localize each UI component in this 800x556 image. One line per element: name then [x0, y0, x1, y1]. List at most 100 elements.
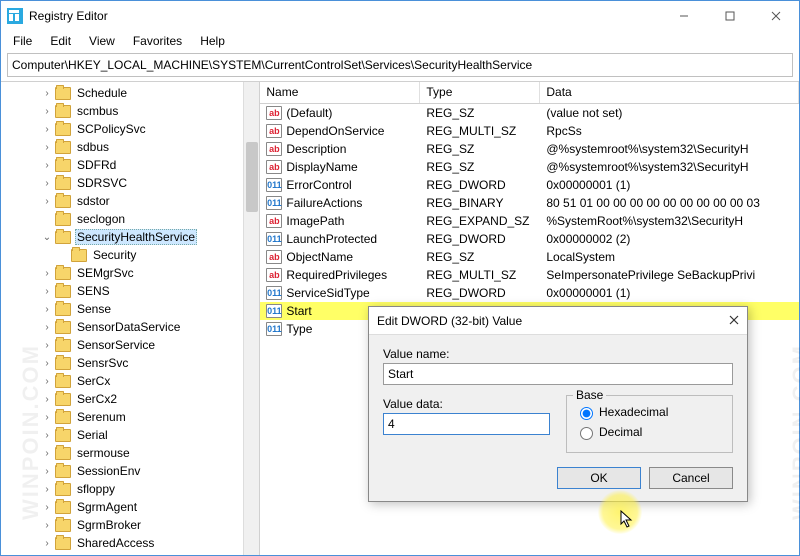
- tree-item-label: SDFRd: [75, 158, 118, 172]
- chevron-right-icon[interactable]: ›: [41, 412, 53, 423]
- tree-view[interactable]: ›Schedule›scmbus›SCPolicySvc›sdbus›SDFRd…: [1, 82, 260, 555]
- chevron-right-icon[interactable]: ›: [41, 268, 53, 279]
- tree-item[interactable]: › SDFRd: [3, 156, 259, 174]
- value-row[interactable]: 011LaunchProtectedREG_DWORD0x00000002 (2…: [260, 230, 799, 248]
- chevron-right-icon[interactable]: ›: [41, 88, 53, 99]
- close-button[interactable]: [753, 1, 799, 31]
- value-row[interactable]: abDisplayNameREG_SZ@%systemroot%\system3…: [260, 158, 799, 176]
- chevron-right-icon[interactable]: ›: [41, 358, 53, 369]
- value-row[interactable]: abDependOnServiceREG_MULTI_SZRpcSs: [260, 122, 799, 140]
- ok-button[interactable]: OK: [557, 467, 641, 489]
- tree-item[interactable]: ›SensorService: [3, 336, 259, 354]
- cancel-button[interactable]: Cancel: [649, 467, 733, 489]
- value-row[interactable]: 011ServiceSidTypeREG_DWORD0x00000001 (1): [260, 284, 799, 302]
- tree-item[interactable]: ›sdbus: [3, 138, 259, 156]
- value-row[interactable]: abRequiredPrivilegesREG_MULTI_SZSeImpers…: [260, 266, 799, 284]
- value-type: REG_DWORD: [420, 178, 540, 192]
- binary-value-icon: 011: [266, 322, 282, 336]
- folder-icon: [55, 483, 71, 496]
- value-type: REG_SZ: [420, 142, 540, 156]
- folder-icon: [55, 177, 71, 190]
- tree-item[interactable]: ›SgrmAgent: [3, 498, 259, 516]
- tree-item[interactable]: ›sfloppy: [3, 480, 259, 498]
- tree-item[interactable]: › sdstor: [3, 192, 259, 210]
- tree-item[interactable]: ›SharedAccess: [3, 534, 259, 552]
- tree-item[interactable]: ›Serenum: [3, 408, 259, 426]
- chevron-right-icon[interactable]: ›: [41, 124, 53, 135]
- value-row[interactable]: 011ErrorControlREG_DWORD0x00000001 (1): [260, 176, 799, 194]
- radio-dec[interactable]: Decimal: [575, 424, 724, 440]
- address-bar[interactable]: Computer\HKEY_LOCAL_MACHINE\SYSTEM\Curre…: [7, 53, 793, 77]
- tree-item-label: sdstor: [75, 194, 112, 208]
- col-header-name[interactable]: Name: [260, 82, 420, 103]
- minimize-button[interactable]: [661, 1, 707, 31]
- value-type: REG_DWORD: [420, 232, 540, 246]
- menu-favorites[interactable]: Favorites: [125, 32, 190, 50]
- chevron-right-icon[interactable]: ›: [41, 520, 53, 531]
- chevron-right-icon[interactable]: ›: [41, 430, 53, 441]
- value-row[interactable]: ab(Default)REG_SZ(value not set): [260, 104, 799, 122]
- value-name-input[interactable]: [383, 363, 733, 385]
- tree-item[interactable]: ›SensorDataService: [3, 318, 259, 336]
- tree-item[interactable]: ›SerCx2: [3, 390, 259, 408]
- tree-item[interactable]: Security: [3, 246, 259, 264]
- chevron-right-icon[interactable]: ›: [41, 160, 53, 171]
- radio-hex-input[interactable]: [580, 407, 593, 420]
- value-data: 0x00000002 (2): [540, 232, 799, 246]
- tree-item[interactable]: ›SessionEnv: [3, 462, 259, 480]
- chevron-right-icon[interactable]: ›: [41, 340, 53, 351]
- tree-scrollbar[interactable]: [243, 82, 259, 555]
- menu-edit[interactable]: Edit: [42, 32, 79, 50]
- tree-item[interactable]: seclogon: [3, 210, 259, 228]
- tree-item[interactable]: ›SensrSvc: [3, 354, 259, 372]
- chevron-right-icon[interactable]: ›: [41, 376, 53, 387]
- tree-item[interactable]: ›SerCx: [3, 372, 259, 390]
- chevron-right-icon[interactable]: ›: [41, 322, 53, 333]
- chevron-right-icon[interactable]: ›: [41, 484, 53, 495]
- chevron-right-icon[interactable]: ›: [41, 538, 53, 549]
- col-header-data[interactable]: Data: [540, 82, 799, 103]
- tree-item[interactable]: ›SCPolicySvc: [3, 120, 259, 138]
- menu-view[interactable]: View: [81, 32, 123, 50]
- value-row[interactable]: abImagePathREG_EXPAND_SZ%SystemRoot%\sys…: [260, 212, 799, 230]
- tree-item[interactable]: ⌄SecurityHealthService: [3, 228, 259, 246]
- chevron-right-icon[interactable]: ›: [41, 304, 53, 315]
- radio-hex[interactable]: Hexadecimal: [575, 404, 724, 420]
- tree-item[interactable]: ›sermouse: [3, 444, 259, 462]
- chevron-right-icon[interactable]: ›: [41, 106, 53, 117]
- chevron-right-icon[interactable]: ›: [41, 448, 53, 459]
- tree-item[interactable]: ›SgrmBroker: [3, 516, 259, 534]
- tree-scrollbar-thumb[interactable]: [246, 142, 258, 212]
- value-type: REG_MULTI_SZ: [420, 124, 540, 138]
- binary-value-icon: 011: [266, 178, 282, 192]
- dialog-close-button[interactable]: [729, 314, 739, 328]
- chevron-right-icon[interactable]: ›: [41, 142, 53, 153]
- tree-item[interactable]: ›Schedule: [3, 84, 259, 102]
- tree-item[interactable]: ›Serial: [3, 426, 259, 444]
- chevron-right-icon[interactable]: ›: [41, 394, 53, 405]
- value-data-input[interactable]: [383, 413, 550, 435]
- dialog-title: Edit DWORD (32-bit) Value: [377, 314, 729, 328]
- value-name: LaunchProtected: [286, 232, 377, 246]
- chevron-right-icon[interactable]: ›: [41, 286, 53, 297]
- chevron-down-icon[interactable]: ⌄: [41, 232, 53, 243]
- folder-icon: [55, 159, 71, 172]
- chevron-right-icon[interactable]: ›: [41, 466, 53, 477]
- col-header-type[interactable]: Type: [420, 82, 540, 103]
- radio-dec-input[interactable]: [580, 427, 593, 440]
- menu-help[interactable]: Help: [192, 32, 233, 50]
- menu-file[interactable]: File: [5, 32, 40, 50]
- value-row[interactable]: 011FailureActionsREG_BINARY80 51 01 00 0…: [260, 194, 799, 212]
- folder-icon: [55, 267, 71, 280]
- chevron-right-icon[interactable]: ›: [41, 196, 53, 207]
- tree-item[interactable]: ›SDRSVC: [3, 174, 259, 192]
- tree-item[interactable]: ›SEMgrSvc: [3, 264, 259, 282]
- value-row[interactable]: abObjectNameREG_SZLocalSystem: [260, 248, 799, 266]
- chevron-right-icon[interactable]: ›: [41, 178, 53, 189]
- maximize-button[interactable]: [707, 1, 753, 31]
- tree-item[interactable]: ›Sense: [3, 300, 259, 318]
- tree-item[interactable]: ›SENS: [3, 282, 259, 300]
- value-row[interactable]: abDescriptionREG_SZ@%systemroot%\system3…: [260, 140, 799, 158]
- chevron-right-icon[interactable]: ›: [41, 502, 53, 513]
- tree-item[interactable]: ›scmbus: [3, 102, 259, 120]
